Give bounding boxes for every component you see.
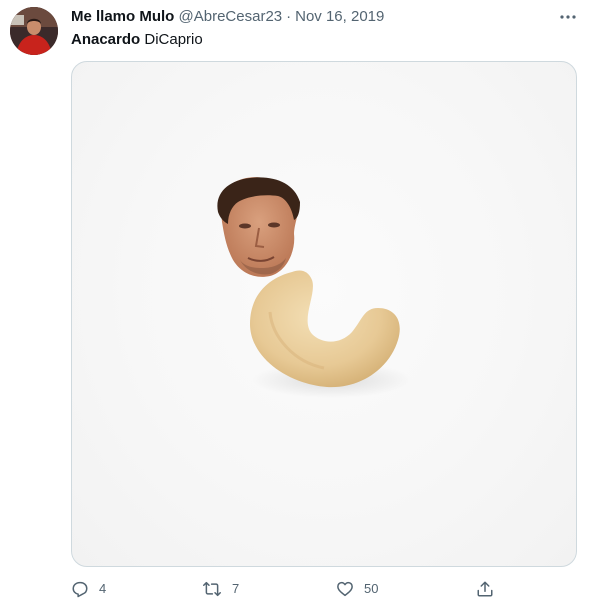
more-icon — [560, 15, 576, 19]
tweet: Me llamo Mulo @AbreCesar23 · Nov 16, 2019 … — [0, 0, 591, 607]
tweet-header: Me llamo Mulo @AbreCesar23 · Nov 16, 2019 — [71, 7, 551, 27]
share-icon — [477, 581, 493, 597]
display-name[interactable]: Me llamo Mulo — [71, 8, 174, 25]
reply-button[interactable]: 4 — [71, 578, 106, 600]
reply-icon — [72, 581, 88, 598]
tweet-text-bold: Anacardo — [71, 31, 141, 48]
avatar[interactable] — [10, 7, 58, 55]
tweet-date[interactable]: Nov 16, 2019 — [295, 8, 384, 25]
retweet-button[interactable]: 7 — [202, 578, 239, 600]
retweet-icon — [203, 581, 221, 597]
more-options-button[interactable] — [558, 8, 578, 26]
face-cutout — [217, 177, 300, 277]
like-count: 50 — [364, 581, 379, 596]
like-button[interactable]: 50 — [336, 578, 378, 600]
heart-icon — [337, 581, 353, 597]
share-button[interactable] — [476, 578, 494, 600]
photo-image — [217, 177, 412, 398]
reply-count: 4 — [99, 581, 107, 596]
avatar-image — [10, 7, 58, 55]
separator-dot: · — [286, 8, 292, 25]
tweet-media[interactable] — [71, 61, 577, 567]
tweet-text-rest: DiCaprio — [140, 31, 203, 48]
retweet-count: 7 — [232, 581, 240, 596]
tweet-text: Anacardo DiCaprio — [71, 30, 203, 50]
action-bar: 4 7 50 — [71, 578, 501, 600]
user-handle[interactable]: @AbreCesar23 — [179, 8, 283, 25]
